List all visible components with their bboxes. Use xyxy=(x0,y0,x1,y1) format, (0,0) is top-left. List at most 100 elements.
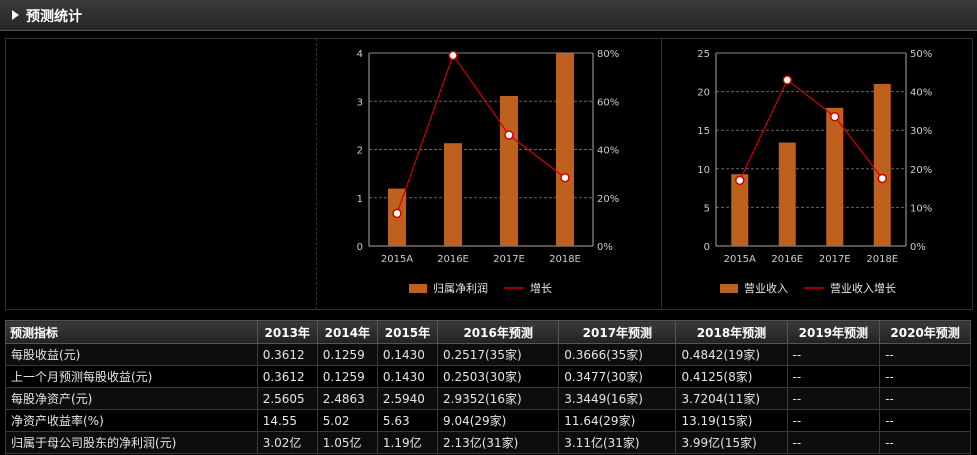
y-left-tick-label: 20 xyxy=(697,88,710,99)
growth-point xyxy=(504,130,514,140)
y-left-tick-label: 0 xyxy=(357,242,363,253)
table-cell: 5.63 xyxy=(376,409,439,432)
row-label: 上一个月预测每股收益(元) xyxy=(5,365,258,388)
y-right-tick-label: 50% xyxy=(910,49,932,60)
table-cell: -- xyxy=(786,365,881,388)
table-cell: 0.1259 xyxy=(316,365,378,388)
table-cell: 3.11亿(31家) xyxy=(558,431,677,454)
table-cell: 9.04(29家) xyxy=(437,409,560,432)
column-header: 2014年 xyxy=(316,320,378,344)
legend-line-label: 增长 xyxy=(530,281,552,295)
y-left-tick-label: 0 xyxy=(704,242,710,253)
table-cell: 5.02 xyxy=(316,409,378,432)
table-row: 每股净资产(元) 2.5605 2.4863 2.5940 2.9352(16家… xyxy=(5,387,971,410)
column-header: 2020年预测 xyxy=(879,320,971,344)
bar xyxy=(500,95,518,246)
column-header: 2018年预测 xyxy=(675,320,788,344)
table-cell: -- xyxy=(786,409,881,432)
net-profit-chart: 012340%20%40%60%80%2015A 2016E 2017E 2018E归… xyxy=(357,49,620,295)
table-row: 净资产收益率(%) 14.55 5.02 5.63 9.04(29家) 11.6… xyxy=(5,409,971,432)
table-cell: 3.7204(11家) xyxy=(675,387,788,410)
y-right-tick-label: 10% xyxy=(910,203,932,214)
table-cell: 14.55 xyxy=(256,409,318,432)
table-cell: 3.02亿 xyxy=(256,431,318,454)
y-right-tick-label: 60% xyxy=(597,97,619,108)
table-cell: 13.19(15家) xyxy=(675,409,788,432)
bar xyxy=(778,142,796,246)
section-header: 预测统计 xyxy=(0,0,977,31)
table-cell: 3.3449(16家) xyxy=(558,387,677,410)
revenue-chart-panel: 0 5 10 15 20 25 0% 10% 20% 30% 40% 50% 2015A 2016E 201… xyxy=(661,38,973,310)
y-right-tick-label: 0% xyxy=(597,242,613,253)
table-cell: -- xyxy=(786,343,881,366)
y-right-tick-label: 40% xyxy=(597,146,619,157)
column-header: 2019年预测 xyxy=(786,320,881,344)
column-header: 预测指标 xyxy=(5,320,258,344)
legend-bar-swatch xyxy=(409,284,427,293)
y-left-tick-label: 15 xyxy=(697,126,710,137)
y-left-tick-label: 3 xyxy=(357,97,363,108)
y-right-tick-label: 20% xyxy=(910,165,932,176)
y-right-tick-label: 20% xyxy=(597,194,619,205)
table-cell: 0.3666(35家) xyxy=(558,343,677,366)
table-row: 上一个月预测每股收益(元) 0.3612 0.1259 0.1430 0.250… xyxy=(5,365,971,388)
column-header: 2015年 xyxy=(376,320,439,344)
table-cell: 11.64(29家) xyxy=(558,409,677,432)
table-cell: 2.5605 xyxy=(256,387,318,410)
y-left-tick-label: 5 xyxy=(704,203,710,214)
table-cell: 1.19亿 xyxy=(376,431,439,454)
table-header-row: 预测指标 2013年 2014年 2015年 2016年预测 2017年预测 2… xyxy=(5,320,971,344)
y-left-tick-label: 4 xyxy=(357,49,363,60)
column-header: 2016年预测 xyxy=(437,320,560,344)
growth-point xyxy=(782,75,792,85)
table-cell: 2.9352(16家) xyxy=(437,387,560,410)
growth-point xyxy=(735,175,745,186)
table-cell: 2.13亿(31家) xyxy=(437,431,560,454)
table-cell: 0.4125(8家) xyxy=(675,365,788,388)
x-tick-label: 2015A xyxy=(724,254,756,265)
x-tick-label: 2016E xyxy=(771,254,803,265)
section-title: 预测统计 xyxy=(26,9,82,25)
x-tick-label: 2017E xyxy=(819,254,851,265)
y-right-tick-label: 40% xyxy=(910,88,932,99)
y-left-tick-label: 2 xyxy=(357,146,363,157)
table-cell: 0.2517(35家) xyxy=(437,343,560,366)
table-cell: 0.4842(19家) xyxy=(675,343,788,366)
expand-triangle-icon[interactable] xyxy=(12,10,19,20)
table-cell: 0.1430 xyxy=(376,343,439,366)
column-header: 2013年 xyxy=(256,320,318,344)
y-left-tick-label: 25 xyxy=(697,49,710,60)
x-tick-label: 2018E xyxy=(549,254,581,265)
y-left-tick-label: 1 xyxy=(357,194,363,205)
y-right-tick-label: 30% xyxy=(910,126,932,137)
table-cell: -- xyxy=(879,365,971,388)
x-tick-label: 2015A xyxy=(381,254,413,265)
column-header: 2017年预测 xyxy=(558,320,677,344)
growth-point xyxy=(830,111,840,122)
bar xyxy=(556,53,574,246)
growth-point xyxy=(392,208,402,219)
table-cell: -- xyxy=(786,387,881,410)
bar xyxy=(826,107,844,246)
row-label: 每股收益(元) xyxy=(5,343,258,366)
table-cell: -- xyxy=(879,387,971,410)
legend-bar-label: 归属净利润 xyxy=(433,281,488,295)
x-tick-label: 2018E xyxy=(866,254,898,265)
table-cell: 0.3477(30家) xyxy=(558,365,677,388)
row-label: 归属于母公司股东的净利润(元) xyxy=(5,431,258,454)
y-right-tick-label: 80% xyxy=(597,49,619,60)
x-tick-label: 2017E xyxy=(493,254,525,265)
table-cell: 1.05亿 xyxy=(316,431,378,454)
table-cell: -- xyxy=(879,343,971,366)
x-tick-label: 2016E xyxy=(437,254,469,265)
legend-bar-swatch xyxy=(720,284,738,293)
table-cell: 0.2503(30家) xyxy=(437,365,560,388)
growth-line xyxy=(396,54,566,214)
row-label: 每股净资产(元) xyxy=(5,387,258,410)
table-row: 归属于母公司股东的净利润(元) 3.02亿 1.05亿 1.19亿 2.13亿(… xyxy=(5,431,971,454)
table-cell: 0.3612 xyxy=(256,343,318,366)
legend-bar-label: 营业收入 xyxy=(744,281,788,295)
row-label: 净资产收益率(%) xyxy=(5,409,258,432)
table-cell: 2.5940 xyxy=(376,387,439,410)
table-cell: 3.99亿(15家) xyxy=(675,431,788,454)
